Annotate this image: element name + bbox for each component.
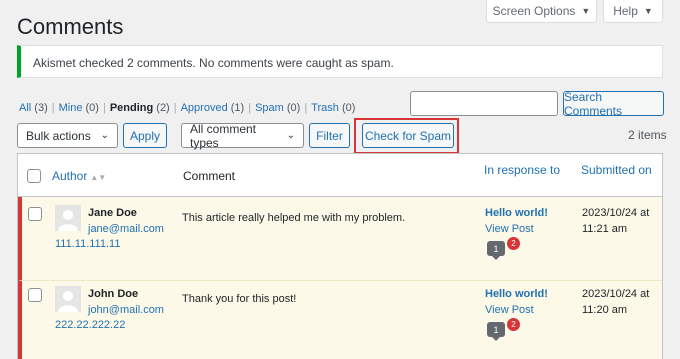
pending-count-badge: 2 [507, 318, 520, 331]
filter-separator: | [51, 102, 55, 114]
notice-text: Akismet checked 2 comments. No comments … [33, 56, 394, 70]
select-all-checkbox[interactable] [27, 169, 41, 183]
filter-count: (0) [286, 102, 301, 114]
chevron-down-icon: ⌄ [286, 130, 295, 141]
column-comment: Comment [183, 169, 236, 183]
filter-mine[interactable]: Mine [59, 102, 83, 114]
view-post-link[interactable]: View Post [485, 304, 534, 316]
approved-count: 1 [493, 324, 499, 335]
comment-text: Thank you for this post! [182, 293, 297, 305]
filter-approved[interactable]: Approved [181, 102, 228, 114]
comment-count-icon[interactable]: 1 [487, 241, 505, 260]
search-input[interactable] [410, 91, 558, 116]
filter-count: (2) [156, 102, 170, 114]
submitted-time-text: 11:20 am [582, 304, 628, 316]
filter-separator: | [173, 102, 177, 114]
column-submitted-on[interactable]: Submitted on [581, 163, 652, 177]
page-title: Comments [17, 14, 124, 39]
avatar [55, 205, 81, 231]
row-checkbox[interactable] [28, 207, 42, 221]
comments-table: Author ▲▼ Comment In response to Submitte… [17, 153, 663, 359]
row-checkbox[interactable] [28, 288, 42, 302]
bulk-actions-select[interactable]: Bulk actions ⌄ [17, 123, 118, 148]
author-email[interactable]: john@mail.com [88, 304, 164, 316]
filter-count: (3) [34, 102, 48, 114]
filter-separator: | [102, 102, 106, 114]
filter-all[interactable]: All [19, 102, 31, 114]
filter-button[interactable]: Filter [309, 123, 350, 148]
author-name: John Doe [88, 288, 139, 300]
filter-count: (1) [230, 102, 245, 114]
highlight-box [354, 118, 459, 154]
bulk-actions-value: Bulk actions [26, 128, 91, 143]
filter-separator: | [248, 102, 252, 114]
author-ip[interactable]: 111.11.111.11 [55, 238, 120, 250]
akismet-notice: Akismet checked 2 comments. No comments … [17, 45, 663, 78]
sort-icon: ▲▼ [90, 173, 107, 182]
filter-trash[interactable]: Trash [311, 102, 339, 114]
search-comments-button[interactable]: Search Comments [563, 90, 664, 118]
screen-options-button[interactable]: Screen Options ▼ [486, 0, 597, 23]
author-name: Jane Doe [88, 207, 137, 219]
avatar [55, 286, 81, 312]
post-title-link[interactable]: Hello world! [485, 288, 548, 300]
help-label: Help [613, 4, 638, 18]
column-author-label: Author [52, 169, 88, 183]
table-row: Jane Doe jane@mail.com 111.11.111.11 Thi… [18, 197, 662, 280]
caret-down-icon: ▼ [643, 6, 653, 16]
filter-pending[interactable]: Pending [110, 102, 153, 114]
column-author[interactable]: Author ▲▼ [52, 169, 106, 183]
table-row: John Doe john@mail.com 222.22.222.22 Tha… [18, 280, 662, 359]
caret-down-icon: ▼ [581, 6, 591, 16]
filter-spam[interactable]: Spam [255, 102, 284, 114]
comment-count-icon[interactable]: 1 [487, 322, 505, 341]
submitted-date-text: 2023/10/24 at [582, 207, 650, 219]
submitted-date: 2023/10/24 at 11:20 am [582, 286, 649, 318]
screen-options-label: Screen Options [492, 4, 576, 18]
author-email[interactable]: jane@mail.com [88, 223, 164, 235]
post-title-link[interactable]: Hello world! [485, 207, 548, 219]
approved-count: 1 [493, 243, 499, 254]
submitted-date-text: 2023/10/24 at [582, 288, 650, 300]
filter-separator: | [304, 102, 308, 114]
pending-count-badge: 2 [507, 237, 520, 250]
comment-types-value: All comment types [190, 121, 257, 150]
author-ip[interactable]: 222.22.222.22 [55, 319, 125, 331]
comment-text: This article really helped me with my pr… [182, 212, 406, 224]
apply-button[interactable]: Apply [123, 123, 167, 148]
filter-count: (0) [341, 102, 356, 114]
chevron-down-icon: ⌄ [100, 130, 109, 141]
filter-count: (0) [85, 102, 99, 114]
help-button[interactable]: Help ▼ [603, 0, 663, 23]
table-header: Author ▲▼ Comment In response to Submitte… [18, 154, 662, 197]
items-count: 2 items [628, 128, 667, 142]
column-in-response-to[interactable]: In response to [484, 163, 560, 177]
comment-types-select[interactable]: All comment types ⌄ [181, 121, 304, 150]
view-post-link[interactable]: View Post [485, 223, 534, 235]
submitted-time-text: 11:21 am [582, 223, 628, 235]
status-filters: All (3) | Mine (0) | Pending (2) | Appro… [19, 102, 355, 114]
submitted-date: 2023/10/24 at 11:21 am [582, 205, 649, 237]
